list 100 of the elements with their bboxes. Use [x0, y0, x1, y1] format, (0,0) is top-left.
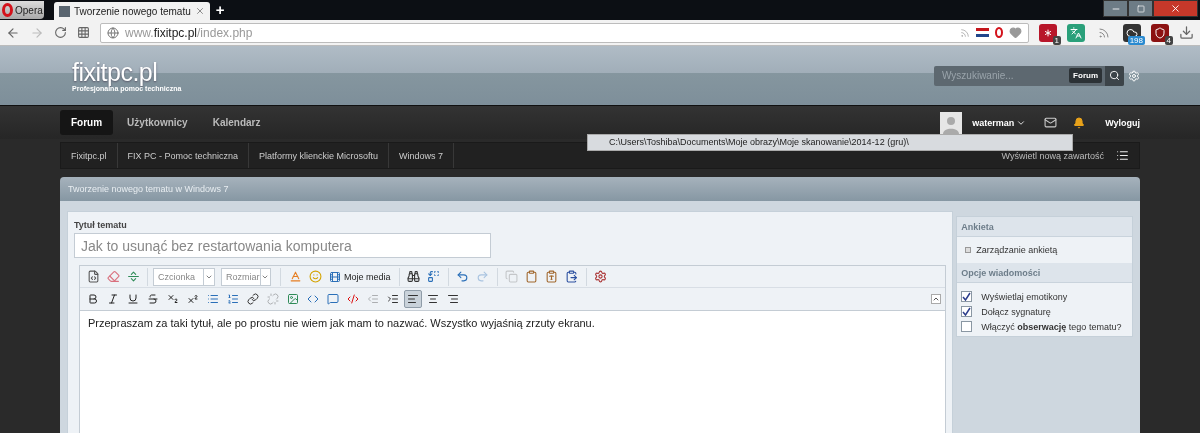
back-icon[interactable]: [6, 25, 20, 40]
shield-icon: [1154, 26, 1166, 39]
favicon: [59, 5, 70, 17]
badge-count: 1: [1052, 35, 1061, 45]
bold-icon: [87, 292, 99, 305]
option-label: Włączyć obserwację tego tematu?: [981, 321, 1122, 332]
cloud-icon: [1126, 26, 1138, 39]
maximize-button[interactable]: [1128, 0, 1153, 17]
paste-icon: [525, 270, 539, 283]
reload-icon[interactable]: [54, 26, 67, 39]
globe-icon[interactable]: [107, 26, 119, 39]
text-color-icon: [288, 270, 302, 283]
numbered-list-icon: [227, 292, 239, 305]
flag-icon: [976, 28, 989, 37]
film-icon: [329, 270, 341, 283]
horizontal-rule-icon: [126, 270, 140, 283]
subscript-icon: [167, 292, 179, 305]
redo-icon: [476, 270, 490, 283]
undo-icon: [456, 270, 470, 283]
bullet-icon: [965, 247, 972, 253]
breadcrumb-link[interactable]: Fixitpc.pl: [61, 143, 118, 168]
download-icon[interactable]: [1179, 25, 1194, 40]
browser-tab[interactable]: Tworzenie nowego tematu: [54, 2, 210, 20]
find-icon: [407, 270, 421, 283]
media-button[interactable]: Moje media: [326, 270, 394, 283]
align-left-icon: [407, 292, 419, 305]
outdent-icon: [367, 292, 379, 305]
collapse-button[interactable]: [931, 293, 942, 304]
new-tab-button[interactable]: +: [215, 1, 225, 19]
bell-icon[interactable]: [1073, 116, 1086, 129]
checkbox[interactable]: [961, 291, 973, 302]
eraser-icon: [106, 270, 120, 283]
maximize-icon: [1136, 4, 1145, 13]
close-icon[interactable]: [194, 6, 205, 16]
nav-tab[interactable]: Kalendarz: [201, 110, 272, 135]
close-window-button[interactable]: [1153, 0, 1198, 17]
user-menu[interactable]: waterman: [972, 117, 1027, 128]
paste-text-icon: [545, 270, 559, 283]
minimize-button[interactable]: [1103, 0, 1128, 17]
opera-icon[interactable]: [995, 27, 1003, 38]
html-icon: [347, 292, 359, 305]
align-center-icon: [427, 292, 439, 305]
dropdown[interactable]: Czcionka: [153, 267, 215, 286]
feed-icon: [1098, 26, 1110, 39]
address-field[interactable]: www.fixitpc.pl/index.php: [100, 22, 1029, 43]
breadcrumb-link[interactable]: FIX PC - Pomoc techniczna: [117, 143, 250, 168]
sidebar-heading: Ankieta: [957, 217, 1132, 237]
panel-title: Tworzenie nowego tematu w Windows 7: [60, 177, 1140, 201]
grid-icon[interactable]: [77, 26, 90, 39]
option-label: Wyświetlaj emotikony: [981, 291, 1068, 302]
new-content-link[interactable]: Wyświetl nową zawartość: [1001, 150, 1104, 161]
translate-icon: [1070, 26, 1082, 39]
superscript-icon: [187, 292, 199, 305]
settings-icon: [594, 270, 608, 283]
heart-icon[interactable]: [1009, 26, 1022, 39]
extension-button[interactable]: [1067, 23, 1085, 42]
bulleted-list-icon: [207, 292, 219, 305]
title-input[interactable]: Jak to usunąć bez restartowania komputera: [74, 233, 491, 258]
badge-count: 198: [1127, 35, 1145, 45]
breadcrumb-link[interactable]: Platformy klienckie Microsoftu: [249, 143, 390, 168]
checkbox[interactable]: [961, 306, 973, 317]
settings-icon[interactable]: [1128, 69, 1140, 82]
unlink-icon: [267, 292, 279, 305]
user-avatar[interactable]: [940, 111, 963, 134]
logout-link[interactable]: Wyloguj: [1105, 117, 1140, 128]
indent-icon: [387, 292, 399, 305]
field-label: Tytuł tematu: [74, 220, 128, 230]
opera-logo: [2, 3, 13, 17]
checkbox[interactable]: [961, 321, 973, 332]
toolbar-button[interactable]: [404, 289, 422, 308]
source-icon: [86, 270, 100, 283]
quote-icon: [327, 292, 339, 305]
close-icon: [1170, 3, 1181, 14]
sidebar-heading: Opcje wiadomości: [957, 263, 1132, 283]
option-label: Dołącz sygnaturę: [981, 306, 1051, 317]
paste-word-icon: [565, 270, 579, 283]
dropdown[interactable]: Rozmiar: [221, 267, 271, 286]
nav-tab[interactable]: Użytkownicy: [116, 110, 199, 135]
search-scope-button[interactable]: Forum: [1069, 68, 1102, 83]
breadcrumb-link[interactable]: Windows 7: [389, 143, 455, 168]
search-button[interactable]: [1105, 65, 1124, 86]
replace-icon: [427, 270, 441, 283]
mail-icon[interactable]: [1044, 116, 1058, 129]
search-icon: [1109, 70, 1120, 81]
smiley-icon: [308, 270, 322, 283]
path-tooltip: C:\Users\Toshiba\Documents\Moje obrazy\Moje skanowanie\2014-12 (gru)\: [587, 134, 1073, 151]
badge-count: 4: [1164, 35, 1173, 45]
strikethrough-icon: [147, 292, 159, 305]
align-right-icon: [447, 292, 459, 305]
underline-icon: [127, 292, 139, 305]
link-icon: [247, 292, 259, 305]
copy-icon: [505, 270, 519, 283]
nav-tab[interactable]: Forum: [60, 110, 114, 135]
opera-menu-button[interactable]: Opera: [0, 1, 44, 19]
list-icon[interactable]: [1116, 149, 1129, 162]
person-icon: [943, 114, 960, 134]
poll-link[interactable]: Zarządzanie ankietą: [976, 245, 1058, 255]
message-text[interactable]: Przepraszam za taki tytuł, ale po prostu nie wiem jak mam to nazwać. Wszystko wyjaśnią zrzuty ekranu.: [80, 310, 946, 433]
image-icon: [287, 292, 299, 305]
search-field[interactable]: Wyszukiwanie... Forum: [934, 65, 1124, 86]
